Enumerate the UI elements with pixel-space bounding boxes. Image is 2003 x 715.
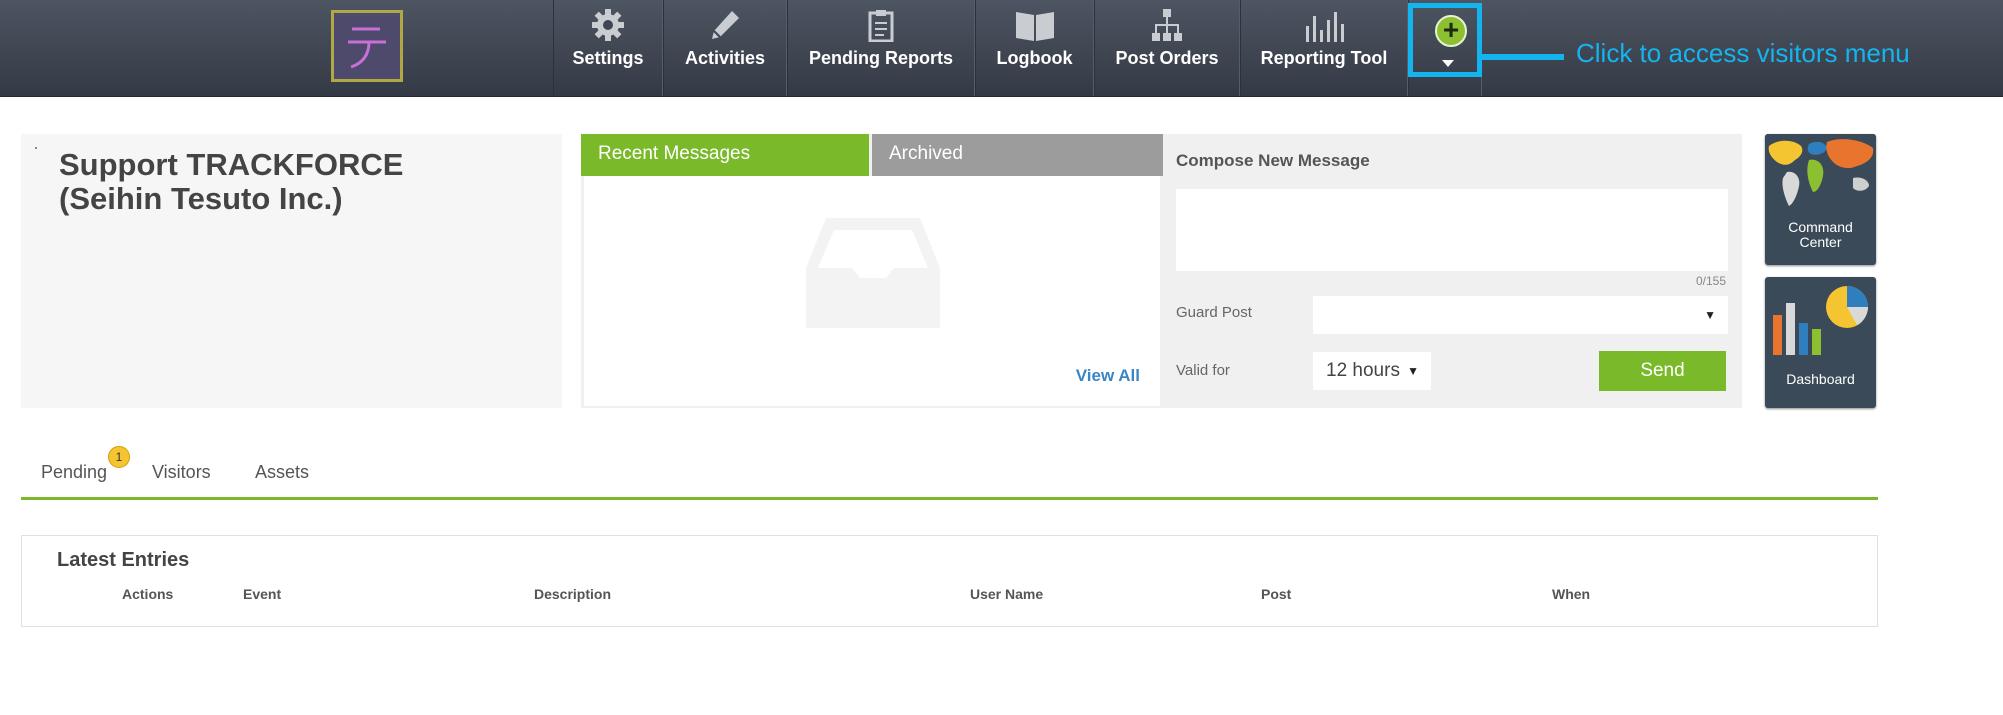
latest-entries-table: Latest Entries Actions Event Description…: [21, 535, 1878, 627]
tab-archived[interactable]: Archived: [872, 134, 1163, 176]
dashboard-label: Dashboard: [1786, 371, 1855, 387]
command-center-tile[interactable]: Command Center: [1765, 134, 1876, 265]
logo-glyph-icon: [348, 27, 386, 69]
empty-inbox-icon: [806, 216, 940, 333]
nav-reporting-tool-label: Reporting Tool: [1260, 48, 1388, 68]
nav-reporting-tool[interactable]: Reporting Tool: [1240, 0, 1408, 96]
valid-for-select[interactable]: 12 hours ▼: [1313, 352, 1431, 390]
messages-panel: Recent Messages Archived View All: [581, 134, 1163, 408]
send-button[interactable]: Send: [1599, 351, 1726, 391]
nav-activities[interactable]: Activities: [663, 0, 787, 96]
nav-post-orders[interactable]: Post Orders: [1094, 0, 1240, 96]
column-header-user-name[interactable]: User Name: [970, 586, 1043, 602]
callout-text: Click to access visitors menu: [1576, 38, 1910, 68]
compose-title: Compose New Message: [1176, 151, 1370, 170]
nav-pending-reports[interactable]: Pending Reports: [787, 0, 975, 96]
tab-pending[interactable]: Pending: [41, 462, 107, 483]
command-center-label-line1: Command: [1788, 219, 1853, 235]
view-all-link[interactable]: View All: [1076, 366, 1140, 386]
valid-for-label: Valid for: [1176, 362, 1230, 379]
command-center-label: Command Center: [1765, 220, 1876, 250]
pencil-icon: [664, 8, 786, 42]
guard-post-label: Guard Post: [1176, 304, 1252, 321]
dashboard-tile[interactable]: Dashboard: [1765, 277, 1876, 408]
plus-icon: +: [1435, 15, 1467, 47]
column-header-event[interactable]: Event: [243, 586, 281, 602]
organization-name-line2: (Seihin Tesuto Inc.): [59, 181, 343, 216]
organization-name: Support TRACKFORCE (Seihin Tesuto Inc.): [59, 148, 403, 216]
nav-settings-label: Settings: [572, 48, 644, 68]
pending-count-badge: 1: [108, 446, 130, 468]
nav-settings[interactable]: Settings: [553, 0, 663, 96]
caret-down-icon: [1442, 60, 1454, 67]
message-textarea[interactable]: [1176, 189, 1728, 271]
character-counter: 0/155: [1695, 274, 1726, 288]
guard-post-select[interactable]: ▼: [1313, 296, 1728, 334]
tab-assets[interactable]: Assets: [255, 462, 309, 483]
entries-tabs: Pending Visitors Assets: [21, 450, 1878, 500]
messages-list: View All: [584, 176, 1160, 406]
tab-visitors[interactable]: Visitors: [152, 462, 211, 483]
nav-pending-reports-label: Pending Reports: [808, 48, 953, 68]
valid-for-value: 12 hours: [1326, 360, 1400, 381]
nav-activities-label: Activities: [684, 48, 766, 68]
gear-icon: [554, 8, 662, 42]
book-icon: [976, 8, 1093, 42]
bar-chart-icon: [1241, 8, 1407, 42]
callout-connector: [1482, 54, 1564, 60]
dashboard-chart-icon: [1773, 286, 1868, 355]
visitors-menu-highlight[interactable]: +: [1408, 3, 1482, 77]
column-header-actions[interactable]: Actions: [122, 586, 173, 602]
latest-entries-title: Latest Entries: [57, 549, 190, 571]
command-center-label-line2: Center: [1799, 234, 1842, 250]
clipboard-icon: [788, 8, 974, 42]
organization-panel: Support TRACKFORCE (Seihin Tesuto Inc.): [21, 134, 562, 408]
nav-logbook-label: Logbook: [996, 48, 1073, 68]
column-header-when[interactable]: When: [1552, 586, 1590, 602]
decor-dot: [35, 147, 37, 149]
nav-logbook[interactable]: Logbook: [975, 0, 1094, 96]
organization-name-line1: Support TRACKFORCE: [59, 147, 404, 182]
app-logo[interactable]: [331, 10, 403, 82]
compose-message-panel: Compose New Message 0/155 Guard Post ▼ V…: [1163, 134, 1742, 408]
column-header-description[interactable]: Description: [534, 586, 611, 602]
column-header-post[interactable]: Post: [1261, 586, 1291, 602]
nav-post-orders-label: Post Orders: [1115, 48, 1219, 68]
org-chart-icon: [1095, 8, 1239, 42]
dropdown-arrow-icon: ▼: [1704, 308, 1716, 322]
tab-recent-messages[interactable]: Recent Messages: [581, 134, 869, 176]
world-map-icon: [1765, 134, 1876, 214]
dropdown-arrow-icon: ▼: [1407, 364, 1419, 378]
